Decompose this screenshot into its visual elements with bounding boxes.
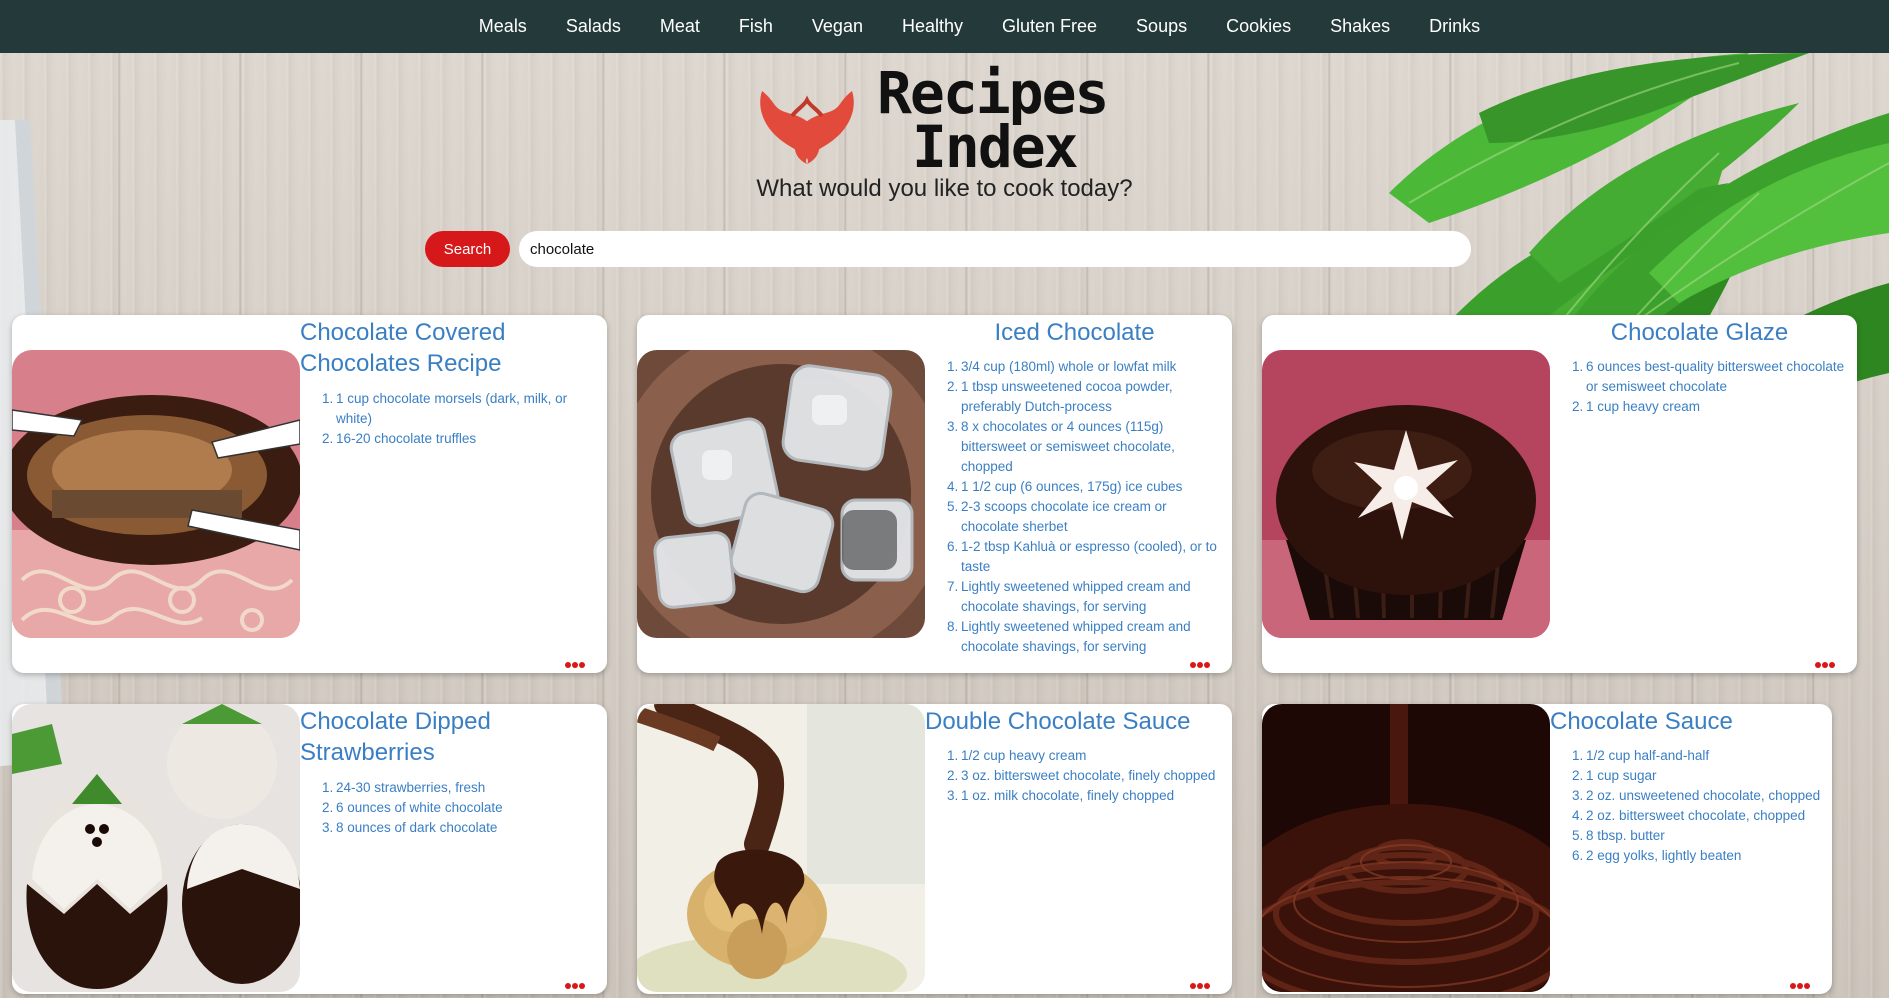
ingredient-item: 2 egg yolks, lightly beaten xyxy=(1572,846,1742,866)
recipe-title[interactable]: Double Chocolate Sauce xyxy=(925,706,1224,737)
nav-item-salads[interactable]: Salads xyxy=(546,16,640,37)
recipe-title[interactable]: Iced Chocolate xyxy=(925,317,1224,348)
ingredient-item: 6 ounces best-quality bittersweet chocol… xyxy=(1572,357,1845,394)
recipe-image[interactable] xyxy=(1262,350,1550,638)
ingredient-item: 1 cup chocolate morsels (dark, milk, or … xyxy=(322,389,568,426)
recipe-card[interactable]: Double Chocolate Sauce 1/2 cup heavy cre… xyxy=(637,704,1232,994)
iced-chocolate-photo xyxy=(637,350,925,638)
nav-item-shakes[interactable]: Shakes xyxy=(1311,16,1410,37)
ingredient-item: 3 oz. bittersweet chocolate, finely chop… xyxy=(947,766,1216,786)
more-dots-icon[interactable] xyxy=(1190,655,1212,668)
ingredient-item: 1 tbsp unsweetened cocoa powder, prefera… xyxy=(947,377,1173,414)
ingredient-list: 1/2 cup heavy cream 3 oz. bittersweet ch… xyxy=(937,746,1226,806)
ingredient-item: 8 ounces of dark chocolate xyxy=(322,818,498,838)
chili-peppers-icon xyxy=(760,91,854,164)
more-dots-icon[interactable] xyxy=(1190,976,1212,989)
chocolate-glaze-cupcake-photo xyxy=(1262,350,1550,638)
recipe-card[interactable]: Chocolate Covered Chocolates Recipe 1 cu… xyxy=(12,315,607,673)
ingredient-item: 16-20 chocolate truffles xyxy=(322,429,477,449)
nav-item-gluten-free[interactable]: Gluten Free xyxy=(983,16,1117,37)
nav-item-drinks[interactable]: Drinks xyxy=(1410,16,1500,37)
ingredient-item: 1 cup heavy cream xyxy=(1572,397,1701,417)
ingredient-item: 1 1/2 cup (6 ounces, 175g) ice cubes xyxy=(947,477,1183,497)
chocolate-sauce-photo xyxy=(1262,704,1550,992)
more-dots-icon[interactable] xyxy=(1815,655,1837,668)
chocolate-dipped-strawberries-photo xyxy=(12,704,300,992)
ingredient-list: 24-30 strawberries, fresh 6 ounces of wh… xyxy=(312,778,601,838)
more-dots-icon[interactable] xyxy=(565,655,587,668)
ingredient-item: 2-3 scoops chocolate ice cream or chocol… xyxy=(947,497,1167,534)
nav-item-meals[interactable]: Meals xyxy=(459,16,546,37)
recipe-title[interactable]: Chocolate Covered Chocolates Recipe xyxy=(300,317,599,379)
more-dots-icon[interactable] xyxy=(1790,976,1812,989)
recipe-card[interactable]: Chocolate Dipped Strawberries 24-30 stra… xyxy=(12,704,607,994)
ingredient-item: Lightly sweetened whipped cream and choc… xyxy=(947,617,1191,654)
tagline-text: What would you like to cook today? xyxy=(756,175,1133,202)
recipe-image[interactable] xyxy=(637,350,925,638)
nav-item-meat[interactable]: Meat xyxy=(640,16,719,37)
recipe-image[interactable] xyxy=(12,704,300,992)
ingredient-item: 1-2 tbsp Kahluà or espresso (cooled), or… xyxy=(947,537,1217,574)
nav-item-vegan[interactable]: Vegan xyxy=(792,16,882,37)
recipe-card[interactable]: Chocolate Sauce 1/2 cup half-and-half 1 … xyxy=(1262,704,1832,994)
nav-item-soups[interactable]: Soups xyxy=(1117,16,1207,37)
nav-menu: Meals Salads Meat Fish Vegan Healthy Glu… xyxy=(459,16,1499,37)
recipe-image[interactable] xyxy=(12,350,300,638)
ingredient-item: 3/4 cup (180ml) whole or lowfat milk xyxy=(947,357,1177,377)
ingredient-list: 1 cup chocolate morsels (dark, milk, or … xyxy=(312,389,601,449)
ingredient-item: 1 oz. milk chocolate, finely chopped xyxy=(947,786,1175,806)
recipe-title[interactable]: Chocolate Glaze xyxy=(1550,317,1849,348)
tagline: What would you like to cook today? xyxy=(0,175,1889,203)
ingredient-item: 2 oz. unsweetened chocolate, chopped xyxy=(1572,786,1821,806)
ingredient-list: 3/4 cup (180ml) whole or lowfat milk 1 t… xyxy=(937,357,1226,657)
ingredient-item: 2 oz. bittersweet chocolate, chopped xyxy=(1572,806,1806,826)
more-dots-icon[interactable] xyxy=(565,976,587,989)
recipe-image[interactable] xyxy=(637,704,925,992)
nav-item-healthy[interactable]: Healthy xyxy=(882,16,982,37)
ingredient-item: 24-30 strawberries, fresh xyxy=(322,778,486,798)
logo-line1: Recipes xyxy=(877,59,1109,127)
ingredient-item: 1/2 cup heavy cream xyxy=(947,746,1087,766)
site-logo[interactable]: Recipes Index xyxy=(752,59,1142,181)
ingredient-item: 1/2 cup half-and-half xyxy=(1572,746,1710,766)
recipe-card[interactable]: Chocolate Glaze 6 ounces best-quality bi… xyxy=(1262,315,1857,673)
ingredient-list: 6 ounces best-quality bittersweet chocol… xyxy=(1562,357,1851,417)
double-chocolate-sauce-photo xyxy=(637,704,925,992)
ingredient-item: 8 tbsp. butter xyxy=(1572,826,1665,846)
ingredient-item: Lightly sweetened whipped cream and choc… xyxy=(947,577,1191,614)
nav-item-fish[interactable]: Fish xyxy=(719,16,792,37)
ingredient-item: 1 cup sugar xyxy=(1572,766,1657,786)
search-input[interactable] xyxy=(519,231,1471,267)
ingredient-item: 8 x chocolates or 4 ounces (115g) bitter… xyxy=(947,417,1175,474)
recipe-title[interactable]: Chocolate Sauce xyxy=(1550,706,1824,737)
recipe-image[interactable] xyxy=(1262,704,1550,992)
chocolate-covered-chocolates-photo xyxy=(12,350,300,638)
ingredient-item: 6 ounces of white chocolate xyxy=(322,798,503,818)
logo-wordmark: Recipes Index xyxy=(877,59,1109,181)
recipe-title[interactable]: Chocolate Dipped Strawberries xyxy=(300,706,599,768)
top-navbar: Meals Salads Meat Fish Vegan Healthy Glu… xyxy=(0,0,1889,53)
logo-line2: Index xyxy=(912,113,1079,181)
search-button[interactable]: Search xyxy=(425,231,510,267)
recipe-card[interactable]: Iced Chocolate 3/4 cup (180ml) whole or … xyxy=(637,315,1232,673)
ingredient-list: 1/2 cup half-and-half 1 cup sugar 2 oz. … xyxy=(1562,746,1826,866)
nav-item-cookies[interactable]: Cookies xyxy=(1207,16,1311,37)
